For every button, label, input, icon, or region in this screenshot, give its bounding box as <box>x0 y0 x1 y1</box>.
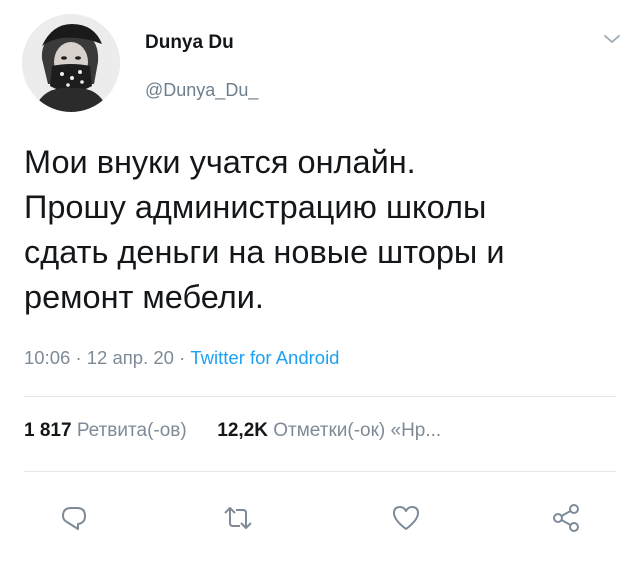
tweet-text-line: Мои внуки учатся онлайн. <box>24 144 416 180</box>
likes-count: 12,2K <box>217 420 268 441</box>
retweets-stat[interactable]: 1 817 Ретвита(-ов) <box>24 420 192 441</box>
chevron-down-icon[interactable] <box>602 32 622 46</box>
tweet-text-line: ремонт мебели. <box>24 279 264 315</box>
tweet-card: Dunya Du @Dunya_Du_ Мои внуки учатся онл… <box>0 0 640 564</box>
tweet-stats: 1 817 Ретвита(-ов) 12,2K Отметки(-ок) «Н… <box>24 420 441 442</box>
avatar-image <box>22 14 120 112</box>
share-button[interactable] <box>548 500 584 536</box>
heart-icon <box>393 506 419 530</box>
tweet-source-link[interactable]: Twitter for Android <box>190 347 339 368</box>
likes-label: Отметки(-ок) «Нр... <box>273 420 442 441</box>
like-button[interactable] <box>388 500 424 536</box>
tweet-text-line: сдать деньги на новые шторы и <box>24 234 505 270</box>
separator: · <box>179 347 186 368</box>
display-name[interactable]: Dunya Du <box>145 32 234 54</box>
reply-icon <box>62 507 86 530</box>
user-handle[interactable]: @Dunya_Du_ <box>145 80 258 101</box>
reply-button[interactable] <box>56 500 92 536</box>
retweets-label: Ретвита(-ов) <box>76 420 187 441</box>
divider <box>24 471 616 472</box>
tweet-time[interactable]: 10:06 <box>24 347 70 368</box>
share-icon <box>553 504 579 532</box>
avatar[interactable] <box>22 14 120 112</box>
likes-stat[interactable]: 12,2K Отметки(-ок) «Нр... <box>217 420 441 441</box>
tweet-text: Мои внуки учатся онлайн. Прошу администр… <box>24 140 624 320</box>
tweet-date[interactable]: 12 апр. 20 <box>87 347 174 368</box>
divider <box>24 396 616 397</box>
retweets-count: 1 817 <box>24 420 72 441</box>
retweet-button[interactable] <box>220 500 256 536</box>
separator: · <box>75 347 82 368</box>
retweet-icon <box>224 507 252 529</box>
tweet-text-line: Прошу администрацию школы <box>24 189 487 225</box>
tweet-meta: 10:06 · 12 апр. 20 · Twitter for Android <box>24 347 339 369</box>
